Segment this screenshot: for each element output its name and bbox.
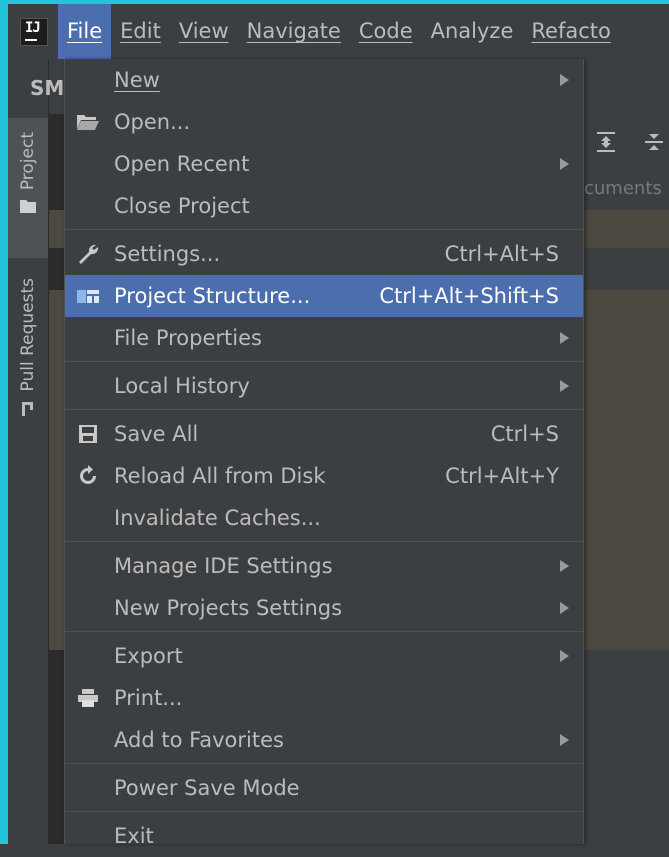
- folder-icon: [20, 198, 36, 217]
- right-panel-band: [583, 210, 669, 248]
- menu-item-settings[interactable]: Settings... Ctrl+Alt+S: [65, 233, 583, 275]
- menu-item-open-recent[interactable]: Open Recent: [65, 143, 583, 185]
- menu-item-label: Invalidate Caches...: [114, 506, 321, 530]
- menu-item-label: Exit: [114, 824, 154, 848]
- menu-navigate[interactable]: Navigate: [238, 4, 350, 59]
- tab-pull-requests-label: Pull Requests: [18, 278, 38, 392]
- menu-item-local-history[interactable]: Local History: [65, 365, 583, 407]
- window-frame-left: [0, 0, 8, 844]
- menu-item-invalidate-caches[interactable]: Invalidate Caches...: [65, 497, 583, 539]
- right-panel-band: [583, 290, 669, 650]
- print-icon: [75, 685, 101, 711]
- menu-item-add-to-favorites[interactable]: Add to Favorites: [65, 719, 583, 761]
- menu-item-label: Open Recent: [114, 152, 250, 176]
- menu-item-label: Manage IDE Settings: [114, 554, 333, 578]
- menu-item-exit[interactable]: Exit: [65, 815, 583, 857]
- collapse-all-icon[interactable]: [643, 130, 665, 160]
- file-menu-dropdown: New Open... Open Recent Close Project Se…: [64, 59, 584, 848]
- menu-refactor[interactable]: Refacto: [522, 4, 619, 59]
- menu-item-reload-all[interactable]: Reload All from Disk Ctrl+Alt+Y: [65, 455, 583, 497]
- menu-separator: [65, 361, 583, 362]
- menu-analyze[interactable]: Analyze: [422, 4, 523, 59]
- menu-item-shortcut: Ctrl+S: [490, 422, 559, 446]
- menu-item-manage-ide-settings[interactable]: Manage IDE Settings: [65, 545, 583, 587]
- project-structure-icon: [75, 283, 101, 309]
- menu-edit[interactable]: Edit: [111, 4, 170, 59]
- submenu-arrow-icon: [560, 560, 569, 572]
- menu-item-shortcut: Ctrl+Alt+Shift+S: [379, 284, 559, 308]
- menu-item-label: Power Save Mode: [114, 776, 300, 800]
- menu-item-label: New: [114, 68, 160, 92]
- menu-item-label: Print...: [114, 686, 183, 710]
- menu-item-label: Close Project: [114, 194, 250, 218]
- menu-item-print[interactable]: Print...: [65, 677, 583, 719]
- menu-item-project-structure[interactable]: Project Structure... Ctrl+Alt+Shift+S: [65, 275, 583, 317]
- menu-item-save-all[interactable]: Save All Ctrl+S: [65, 413, 583, 455]
- menu-item-open[interactable]: Open...: [65, 101, 583, 143]
- menu-separator: [65, 811, 583, 812]
- submenu-arrow-icon: [560, 650, 569, 662]
- submenu-arrow-icon: [560, 380, 569, 392]
- menu-separator: [65, 541, 583, 542]
- folder-icon: [75, 109, 101, 135]
- wrench-icon: [75, 241, 101, 267]
- menu-item-label: Save All: [114, 422, 199, 446]
- menu-separator: [65, 631, 583, 632]
- submenu-arrow-icon: [560, 158, 569, 170]
- menu-item-label: Local History: [114, 374, 250, 398]
- menu-item-label: Export: [114, 644, 183, 668]
- breadcrumb-documents: cuments: [584, 178, 662, 199]
- menu-item-file-properties[interactable]: File Properties: [65, 317, 583, 359]
- submenu-arrow-icon: [560, 602, 569, 614]
- tab-project-label: Project: [18, 132, 38, 191]
- reload-icon: [75, 463, 101, 489]
- submenu-arrow-icon: [560, 332, 569, 344]
- menu-item-close-project[interactable]: Close Project: [65, 185, 583, 227]
- submenu-arrow-icon: [560, 74, 569, 86]
- expand-all-icon[interactable]: [595, 130, 617, 160]
- submenu-arrow-icon: [560, 734, 569, 746]
- menu-item-power-save-mode[interactable]: Power Save Mode: [65, 767, 583, 809]
- menu-code[interactable]: Code: [350, 4, 422, 59]
- menu-item-label: Settings...: [114, 242, 221, 266]
- menu-view[interactable]: View: [170, 4, 238, 59]
- menubar: IJ File Edit View Navigate Code Analyze …: [8, 4, 669, 59]
- menu-item-new[interactable]: New: [65, 59, 583, 101]
- tab-pull-requests[interactable]: Pull Requests: [8, 270, 48, 430]
- menu-item-export[interactable]: Export: [65, 635, 583, 677]
- pull-request-icon: [20, 400, 36, 422]
- menu-item-label: Open...: [114, 110, 191, 134]
- menu-item-new-projects-settings[interactable]: New Projects Settings: [65, 587, 583, 629]
- menu-item-label: File Properties: [114, 326, 262, 350]
- menu-item-label: Add to Favorites: [114, 728, 284, 752]
- intellij-logo-icon: IJ: [20, 17, 48, 46]
- menu-item-shortcut: Ctrl+Alt+Y: [445, 464, 559, 488]
- menu-separator: [65, 763, 583, 764]
- menu-item-shortcut: Ctrl+Alt+S: [444, 242, 559, 266]
- menu-item-label: Project Structure...: [114, 284, 311, 308]
- menu-item-label: New Projects Settings: [114, 596, 343, 620]
- tab-project[interactable]: Project: [8, 118, 48, 258]
- save-icon: [75, 421, 101, 447]
- menu-item-label: Reload All from Disk: [114, 464, 326, 488]
- menu-separator: [65, 409, 583, 410]
- menu-file[interactable]: File: [58, 4, 112, 59]
- menu-separator: [65, 229, 583, 230]
